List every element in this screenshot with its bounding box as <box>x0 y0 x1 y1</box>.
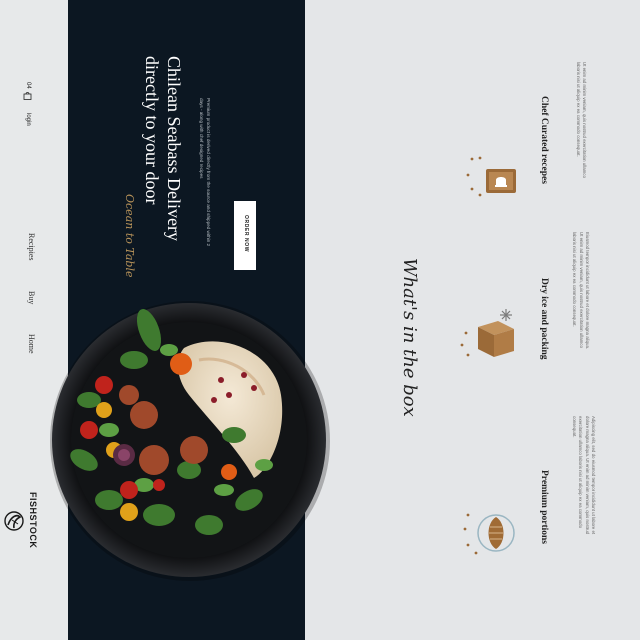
hero-title-line1: Chilean Seabass Delivery <box>164 56 184 241</box>
feature-desc-dryice-line1: Eiusmod tempor incididunt ut labore et d… <box>585 232 590 350</box>
feature-desc-premium-portions: Adipiscing elit, sed do eiusmod tempor i… <box>570 416 596 556</box>
feature-title-premium-portions: Premium portions <box>539 470 549 544</box>
food-plate-image <box>50 301 330 581</box>
order-now-button[interactable]: ORDER NOW <box>234 201 256 270</box>
feature-title-chef-curated-recipes: Chef Curated recepes <box>539 96 549 184</box>
shopping-bag-icon[interactable] <box>23 91 32 100</box>
feature-desc-dryice-line2: Ut enim ad minim veniam, quis nostrud ex… <box>578 232 584 348</box>
feature-desc-chef-curated-recipes: Ut enim ad minim veniam, quis nostrud ex… <box>574 62 587 202</box>
fish-fillet-icon <box>463 513 515 555</box>
feature-title-dry-ice-packing: Dry ice and packing <box>539 278 549 360</box>
recipe-book-icon <box>466 156 516 197</box>
nav-item-buy[interactable]: Buy <box>27 291 36 304</box>
ice-box-icon <box>460 309 514 357</box>
hero-description-line2: days - along with chef designed recipes <box>199 98 204 179</box>
nav-item-recipies[interactable]: Recipies <box>27 233 36 261</box>
order-now-label: ORDER NOW <box>243 215 249 253</box>
feature-desc-chef-line2: laboris nisi ut aliquip ex ea commodo co… <box>575 62 581 157</box>
logo-icon[interactable] <box>2 508 26 534</box>
login-link[interactable]: login <box>25 113 31 126</box>
section-title-whats-in-box: What's in the box <box>399 258 420 417</box>
brand-name[interactable]: FISHSTOCK <box>28 492 38 548</box>
hero-title: Chilean Seabass Delivery directly to you… <box>141 56 185 286</box>
landing-page: FISHSTOCK Home Buy Recipies login 04 Oce… <box>0 0 640 640</box>
feature-desc-premium-line4: consequat. <box>571 416 577 438</box>
feature-desc-premium-line3: exercitation ullamco laboris nisi ut ali… <box>578 416 584 529</box>
nav-item-home[interactable]: Home <box>27 334 36 354</box>
feature-desc-premium-line2: dolore magna aliqua. Ut enim ad minim ve… <box>584 416 590 535</box>
hero-title-line2: directly to your door <box>142 56 162 205</box>
feature-desc-premium-line1: Adipiscing elit, sed do eiusmod tempor i… <box>591 416 596 535</box>
hero-script-tagline: Ocean to Table <box>123 194 136 278</box>
feature-desc-chef-line1: Ut enim ad minim veniam, quis nostrud ex… <box>582 62 587 178</box>
cart-count: 04 <box>25 82 31 89</box>
feature-desc-dryice-line3: laboris nisi ut aliquip ex ea commodo co… <box>572 232 578 327</box>
hero-description: Premium product is derived directly from… <box>198 98 212 278</box>
feature-desc-dry-ice-packing: Eiusmod tempor incididunt ut labore et d… <box>571 232 590 372</box>
hero-description-line1: Premium product is derived directly from… <box>206 98 211 247</box>
